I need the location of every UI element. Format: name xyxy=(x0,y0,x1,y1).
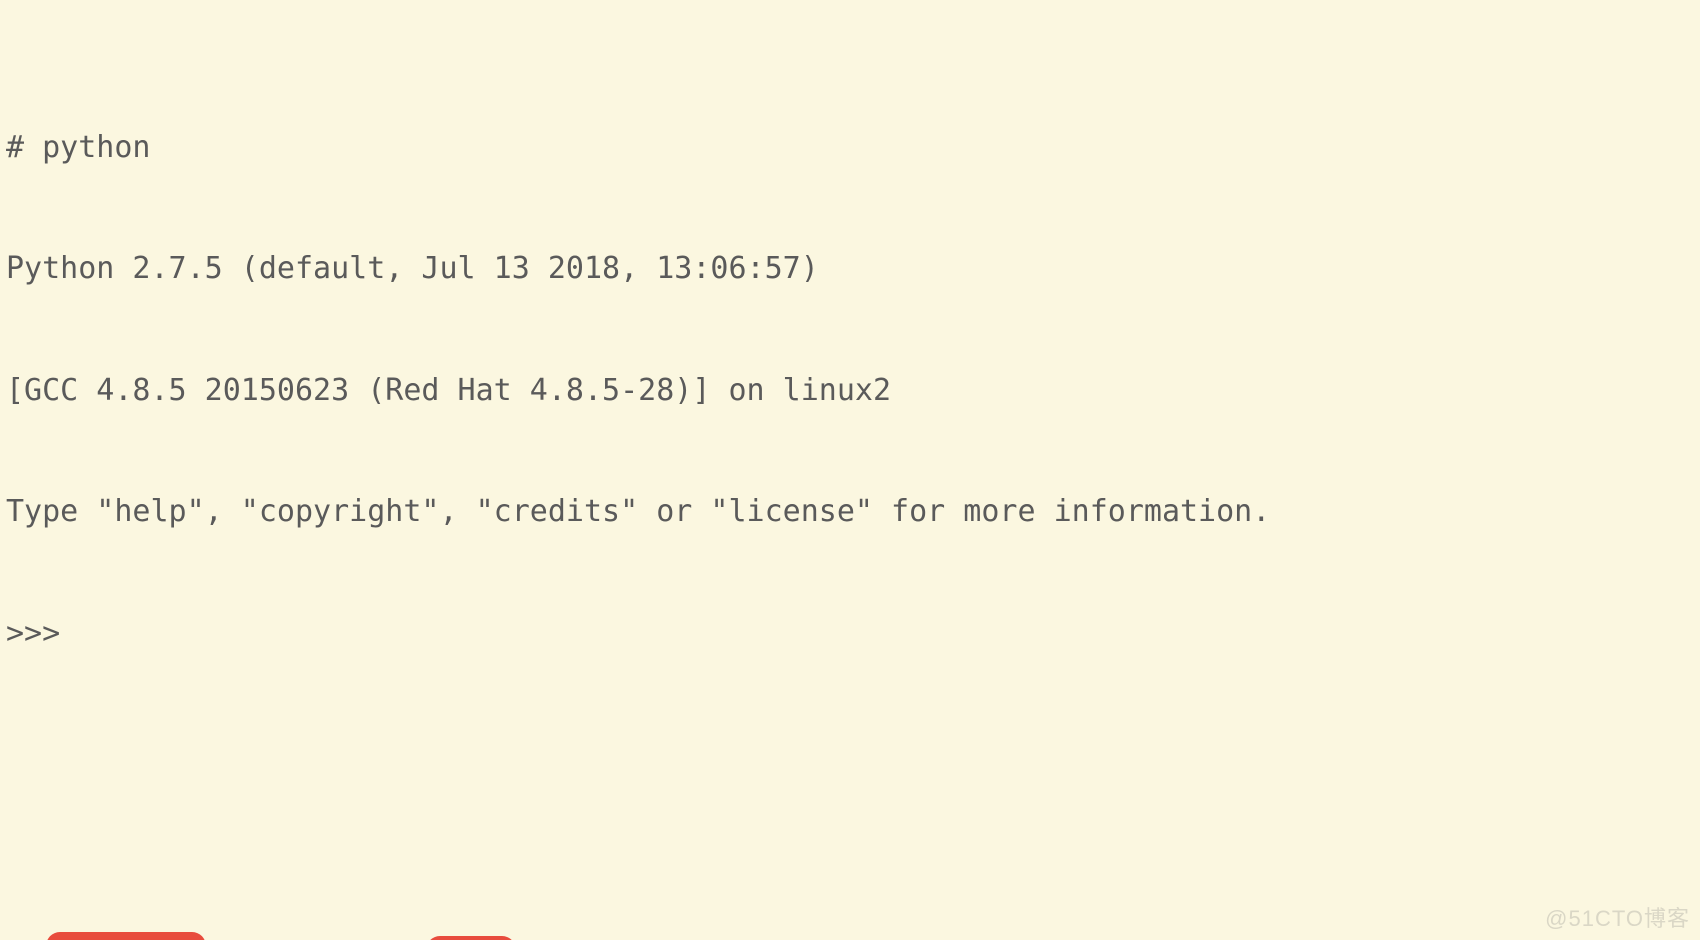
watermark-text: @51CTO博客 xyxy=(1545,904,1690,934)
python-help-1: Type "help", "copyright", "credits" or "… xyxy=(6,492,1694,533)
terminal-output: # python Python 2.7.5 (default, Jul 13 2… xyxy=(0,0,1700,940)
python-version-1: Python 2.7.5 (default, Jul 13 2018, 13:0… xyxy=(6,249,1694,290)
python-gcc-1: [GCC 4.8.5 20150623 (Red Hat 4.8.5-28)] … xyxy=(6,371,1694,412)
python-repl-prompt: >>> xyxy=(6,614,1694,655)
redaction-stroke xyxy=(426,936,516,940)
blank-line xyxy=(6,735,1694,776)
python-cmd-1: # python xyxy=(6,128,1694,169)
redaction-stroke xyxy=(46,932,206,940)
